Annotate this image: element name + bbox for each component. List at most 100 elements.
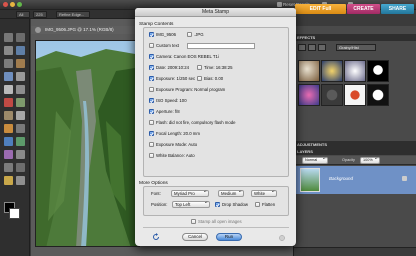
hand-tool-icon[interactable]	[16, 33, 25, 42]
custom-text-option[interactable]: Custom text	[149, 42, 189, 49]
date-checkbox[interactable]	[149, 65, 154, 70]
filters-category-icon[interactable]	[298, 44, 306, 51]
effect-thumbnail[interactable]	[321, 84, 343, 106]
bias-option[interactable]: Bias: 0.00	[197, 75, 257, 82]
refine-edge-button[interactable]: Refine Edge...	[56, 11, 90, 18]
font-dropdown[interactable]: Myriad Pro	[171, 190, 209, 197]
shape-tool-icon[interactable]	[4, 150, 13, 159]
quick-selection-tool-icon[interactable]	[16, 72, 25, 81]
smart-brush-tool-icon[interactable]	[16, 124, 25, 133]
gradient-tool-icon[interactable]	[16, 137, 25, 146]
position-dropdown[interactable]: Top Left	[172, 201, 210, 208]
lasso-tool-icon[interactable]	[16, 59, 25, 68]
iso-speed-checkbox[interactable]	[149, 98, 154, 103]
effects-category-dropdown[interactable]: Grainy/Hist	[336, 44, 376, 51]
time-option[interactable]: Time: 16:38:25	[197, 64, 257, 71]
flatten-checkbox[interactable]	[255, 202, 260, 207]
focal-length-option[interactable]: Focal Length: 20.0 mm	[149, 130, 279, 137]
straighten-tool-icon[interactable]	[16, 176, 25, 185]
exposure-program-option[interactable]: Exposure Program: Normal program	[149, 86, 279, 93]
effect-thumbnail[interactable]	[344, 84, 366, 106]
drop-shadow-option[interactable]: Drop Shadow	[215, 201, 255, 208]
crop-tool-icon[interactable]	[16, 85, 25, 94]
layer-styles-category-icon[interactable]	[308, 44, 316, 51]
jpg-extension-option[interactable]: .JPG	[187, 31, 227, 38]
opacity-field[interactable]: 100%	[360, 157, 380, 164]
aperture-option[interactable]: Aperture: f/8	[149, 108, 279, 115]
minimize-window-button[interactable]	[10, 2, 15, 7]
brush-tool-icon[interactable]	[4, 124, 13, 133]
white-balance-option[interactable]: White Balance: Auto	[149, 152, 279, 159]
color-dropdown[interactable]: White	[251, 190, 277, 197]
clone-stamp-tool-icon[interactable]	[4, 111, 13, 120]
brush-size-field[interactable]: 225	[33, 11, 47, 18]
iso-speed-option[interactable]: ISO Speed: 100	[149, 97, 279, 104]
custom-text-field[interactable]	[187, 43, 255, 49]
flash-option[interactable]: Flash: did not fire, compulsory flash mo…	[149, 119, 287, 126]
blend-mode-dropdown[interactable]: Normal	[302, 157, 328, 164]
selection-option-dropdown[interactable]: All	[16, 11, 30, 18]
size-dropdown[interactable]: Medium	[218, 190, 244, 197]
zoom-window-button[interactable]	[17, 2, 22, 7]
layers-toolbar: Normal Opacity 100%	[294, 156, 416, 165]
effect-thumbnail[interactable]	[367, 84, 389, 106]
marquee-tool-icon[interactable]	[4, 59, 13, 68]
lock-icon[interactable]	[402, 176, 407, 181]
run-button[interactable]: Run	[216, 233, 242, 241]
effect-thumbnail[interactable]	[344, 60, 366, 82]
magic-wand-tool-icon[interactable]	[4, 72, 13, 81]
background-color-swatch[interactable]	[9, 208, 20, 219]
focal-length-checkbox[interactable]	[149, 131, 154, 136]
pencil-tool-icon[interactable]	[16, 163, 25, 172]
healing-brush-tool-icon[interactable]	[16, 98, 25, 107]
layer-thumbnail	[300, 168, 320, 192]
aperture-checkbox[interactable]	[149, 109, 154, 114]
red-eye-tool-icon[interactable]	[4, 98, 13, 107]
help-icon[interactable]	[279, 235, 285, 241]
filename-checkbox[interactable]	[149, 32, 154, 37]
zoom-tool-icon[interactable]	[4, 33, 13, 42]
tab-share[interactable]: SHARE	[381, 4, 414, 14]
white-balance-checkbox[interactable]	[149, 153, 154, 158]
layers-panel-header[interactable]: LAYERS	[294, 148, 416, 155]
camera-option[interactable]: Camera: Canon EOS REBEL T1i	[149, 53, 269, 60]
paint-bucket-tool-icon[interactable]	[4, 137, 13, 146]
adjustments-panel-header[interactable]: ADJUSTMENTS	[294, 141, 416, 148]
cookie-cutter-tool-icon[interactable]	[4, 176, 13, 185]
close-window-button[interactable]	[3, 2, 8, 7]
flatten-option[interactable]: Flatten	[255, 201, 285, 208]
reset-panels-icon	[277, 2, 282, 7]
jpg-extension-checkbox[interactable]	[187, 32, 192, 37]
stamp-all-open-images-option[interactable]: Stamp all open images	[191, 218, 271, 225]
bias-checkbox[interactable]	[197, 76, 202, 81]
eraser-tool-icon[interactable]	[16, 111, 25, 120]
exposure-mode-checkbox[interactable]	[149, 142, 154, 147]
eyedropper-tool-icon[interactable]	[16, 46, 25, 55]
canyon-photo-image	[36, 41, 139, 246]
close-document-icon[interactable]	[35, 27, 41, 33]
document-tab[interactable]: IMG_9506.JPG @ 17.1% (RGB/8)	[31, 26, 151, 34]
sponge-tool-icon[interactable]	[4, 163, 13, 172]
blur-tool-icon[interactable]	[16, 150, 25, 159]
effect-thumbnail[interactable]	[298, 60, 320, 82]
effect-thumbnail[interactable]	[321, 60, 343, 82]
exposure-program-checkbox[interactable]	[149, 87, 154, 92]
tab-edit-full[interactable]: EDIT Full	[295, 4, 346, 14]
drop-shadow-checkbox[interactable]	[215, 202, 220, 207]
time-checkbox[interactable]	[197, 65, 202, 70]
camera-checkbox[interactable]	[149, 54, 154, 59]
stamp-all-open-images-checkbox[interactable]	[191, 219, 196, 224]
effects-panel-header[interactable]: EFFECTS	[294, 34, 416, 41]
refresh-icon[interactable]	[152, 233, 160, 241]
flash-checkbox[interactable]	[149, 120, 154, 125]
custom-text-checkbox[interactable]	[149, 43, 154, 48]
cancel-button[interactable]: Cancel	[182, 233, 208, 241]
effect-thumbnail[interactable]	[367, 60, 389, 82]
move-tool-icon[interactable]	[4, 46, 13, 55]
effect-thumbnail[interactable]	[298, 84, 320, 106]
exposure-mode-option[interactable]: Exposure Mode: Auto	[149, 141, 279, 148]
photo-effects-category-icon[interactable]	[318, 44, 326, 51]
type-tool-icon[interactable]	[4, 85, 13, 94]
tab-create[interactable]: CREATE	[347, 4, 380, 14]
exposure-checkbox[interactable]	[149, 76, 154, 81]
